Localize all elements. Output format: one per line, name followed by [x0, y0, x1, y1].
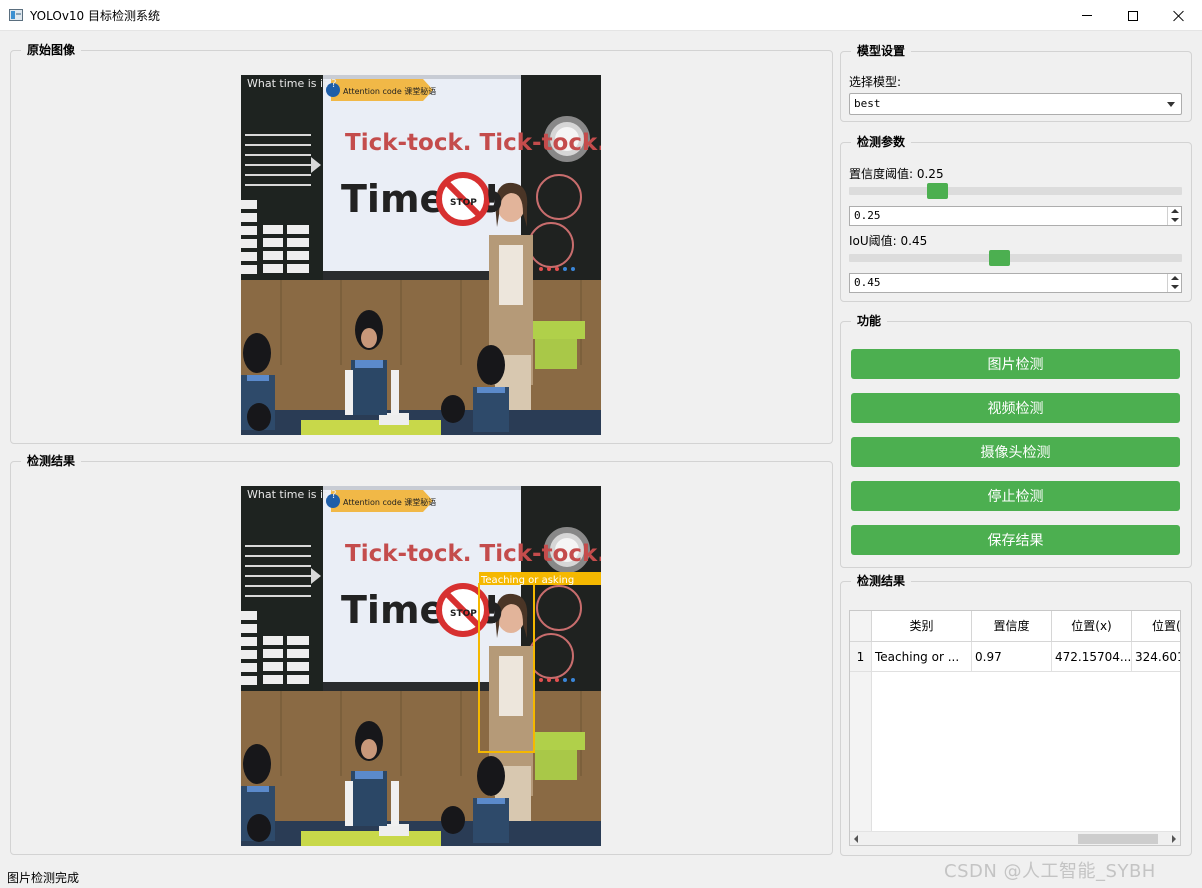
iou-slider-handle[interactable] [989, 250, 1010, 266]
chevron-down-icon [1167, 102, 1175, 107]
svg-text:Tick-tock. Tick-tock.: Tick-tock. Tick-tock. [345, 130, 601, 156]
model-settings-title: 模型设置 [851, 43, 912, 59]
confidence-slider[interactable] [849, 183, 1182, 199]
table-cell-class[interactable]: Teaching or ... [872, 642, 972, 672]
confidence-value: 0.25 [854, 209, 881, 222]
svg-text:!: ! [483, 588, 500, 632]
results-table[interactable]: 类别 置信度 位置(x) 位置(y 1 Teaching or ... 0.97… [849, 610, 1181, 846]
column-header-confidence[interactable]: 置信度 [972, 611, 1052, 642]
watermark: CSDN @人工智能_SYBH [944, 861, 1156, 882]
scroll-left-icon[interactable] [854, 835, 858, 843]
image-detect-button[interactable]: 图片检测 [851, 349, 1180, 379]
detection-params-title: 检测参数 [851, 134, 912, 150]
minimize-button[interactable] [1064, 0, 1110, 31]
model-select-value: best [854, 97, 881, 110]
confidence-slider-handle[interactable] [927, 183, 948, 199]
iou-value: 0.45 [854, 276, 881, 289]
model-select-label: 选择模型: [849, 75, 902, 89]
status-text: 图片检测完成 [7, 871, 80, 885]
table-cell-confidence[interactable]: 0.97 [972, 642, 1052, 672]
svg-text:Tick-tock. Tick-tock.: Tick-tock. Tick-tock. [345, 541, 601, 567]
maximize-icon [1128, 10, 1138, 21]
window-title: YOLOv10 目标检测系统 [30, 9, 161, 23]
horizontal-scrollbar[interactable] [850, 831, 1180, 845]
row-header[interactable]: 1 [850, 642, 872, 672]
arrow-up-icon[interactable] [1171, 209, 1179, 213]
model-select[interactable]: best [849, 93, 1182, 115]
result-image-title: 检测结果 [21, 453, 82, 469]
row-header-column [850, 672, 872, 832]
functions-title: 功能 [851, 313, 888, 329]
svg-text:What time is it ?: What time is it ? [247, 488, 337, 501]
arrow-down-icon[interactable] [1171, 218, 1179, 222]
stop-detect-button[interactable]: 停止检测 [851, 481, 1180, 511]
save-result-button[interactable]: 保存结果 [851, 525, 1180, 555]
column-header-x[interactable]: 位置(x) [1052, 611, 1132, 642]
svg-text:Attention code 课堂秘语: Attention code 课堂秘语 [343, 86, 436, 96]
results-title: 检测结果 [851, 573, 912, 589]
close-icon [1173, 10, 1185, 22]
svg-text:Attention code 课堂秘语: Attention code 课堂秘语 [343, 497, 436, 507]
iou-slider[interactable] [849, 250, 1182, 266]
table-cell-x[interactable]: 472.15704... [1052, 642, 1132, 672]
video-detect-button[interactable]: 视频检测 [851, 393, 1180, 423]
column-header-class[interactable]: 类别 [872, 611, 972, 642]
original-image-title: 原始图像 [21, 42, 82, 58]
arrow-down-icon[interactable] [1171, 285, 1179, 289]
svg-text:What time is it ?: What time is it ? [247, 77, 337, 90]
title-bar: YOLOv10 目标检测系统 [0, 0, 1202, 31]
scroll-right-icon[interactable] [1172, 835, 1176, 843]
detection-label: Teaching or asking [480, 575, 574, 586]
close-button[interactable] [1156, 0, 1202, 31]
table-cell-y[interactable]: 324.6012 [1132, 642, 1180, 672]
result-image: What time is it ? Attention code 课堂秘语 Ti… [241, 486, 601, 846]
minimize-icon [1082, 15, 1092, 16]
iou-spinbox[interactable]: 0.45 [849, 273, 1182, 293]
maximize-button[interactable] [1110, 0, 1156, 31]
confidence-stepper[interactable] [1167, 207, 1181, 225]
arrow-up-icon[interactable] [1171, 276, 1179, 280]
original-image: What time is it ? Attention code 课堂秘语 Ti… [241, 75, 601, 435]
column-header-y[interactable]: 位置(y [1132, 611, 1180, 642]
app-icon [9, 9, 23, 21]
iou-stepper[interactable] [1167, 274, 1181, 292]
svg-text:!: ! [483, 177, 500, 221]
iou-label: IoU阈值: 0.45 [849, 234, 928, 248]
scrollbar-thumb[interactable] [1078, 834, 1158, 844]
svg-text:STOP: STOP [450, 609, 477, 619]
table-corner[interactable] [850, 611, 872, 642]
confidence-label: 置信度阈值: 0.25 [849, 167, 944, 181]
confidence-spinbox[interactable]: 0.25 [849, 206, 1182, 226]
svg-text:STOP: STOP [450, 198, 477, 208]
camera-detect-button[interactable]: 摄像头检测 [851, 437, 1180, 467]
